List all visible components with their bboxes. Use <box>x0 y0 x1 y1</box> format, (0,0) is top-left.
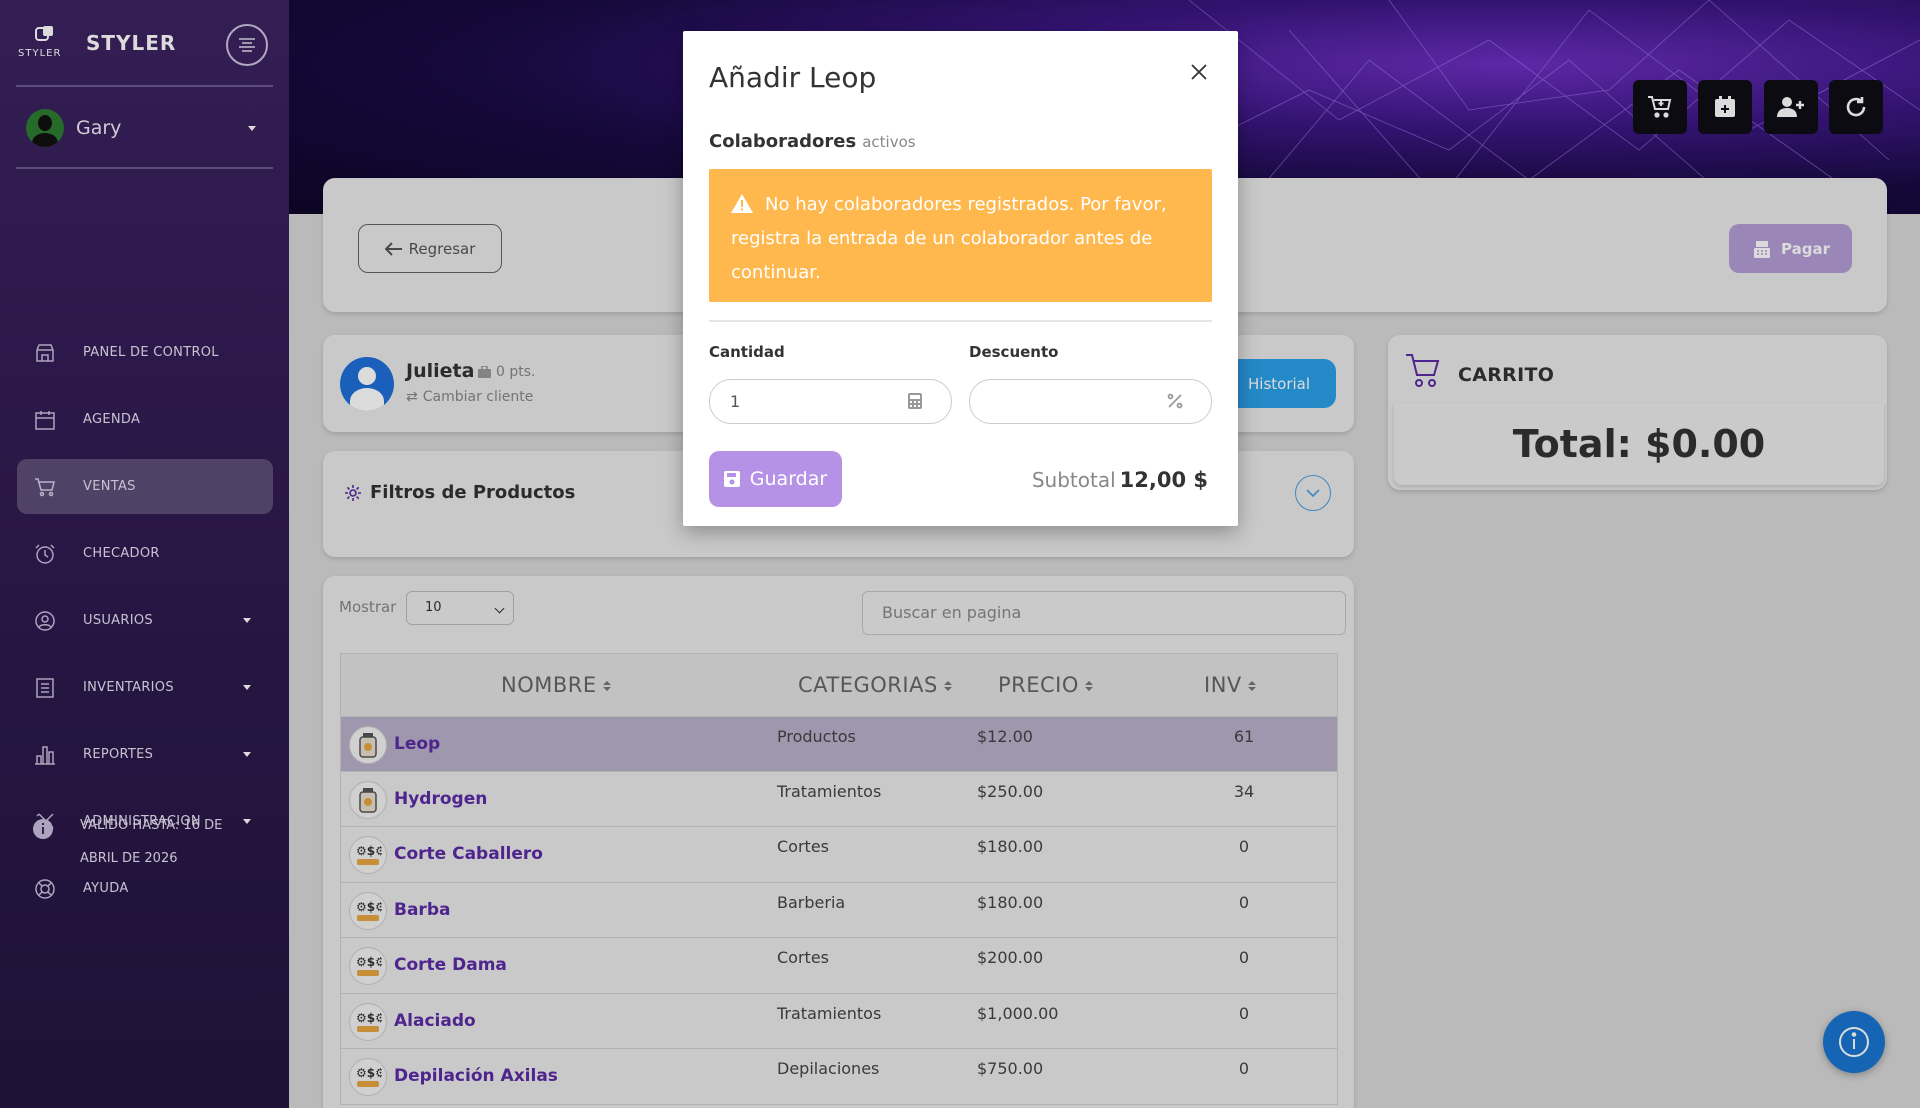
save-button[interactable]: Guardar <box>709 451 842 507</box>
discount-label: Descuento <box>969 343 1059 361</box>
save-icon <box>723 471 740 487</box>
warning-text: No hay colaboradores registrados. Por fa… <box>731 194 1167 283</box>
subtotal-value: 12,00 $ <box>1119 468 1208 492</box>
quantity-field[interactable]: 1 <box>709 379 952 424</box>
discount-field[interactable] <box>969 379 1212 424</box>
collaborators-label: Colaboradores <box>709 131 857 152</box>
save-button-label: Guardar <box>749 468 828 490</box>
percent-icon <box>1167 393 1183 409</box>
warning-alert: No hay colaboradores registrados. Por fa… <box>709 169 1212 302</box>
modal-title: Añadir Leop <box>709 61 877 94</box>
close-icon <box>1191 64 1207 80</box>
subtotal-label: Subtotal <box>1031 468 1116 492</box>
divider <box>709 320 1212 322</box>
quantity-value: 1 <box>730 392 741 411</box>
quantity-label: Cantidad <box>709 343 785 361</box>
close-button[interactable] <box>1186 59 1212 85</box>
calculator-icon <box>908 393 922 409</box>
collaborators-heading: Colaboradores activos <box>709 131 916 152</box>
collaborators-sub: activos <box>862 133 916 151</box>
warning-icon <box>731 194 753 213</box>
add-product-modal: Añadir Leop Colaboradores activos No hay … <box>683 31 1238 526</box>
subtotal: Subtotal 12,00 $ <box>1032 468 1208 492</box>
